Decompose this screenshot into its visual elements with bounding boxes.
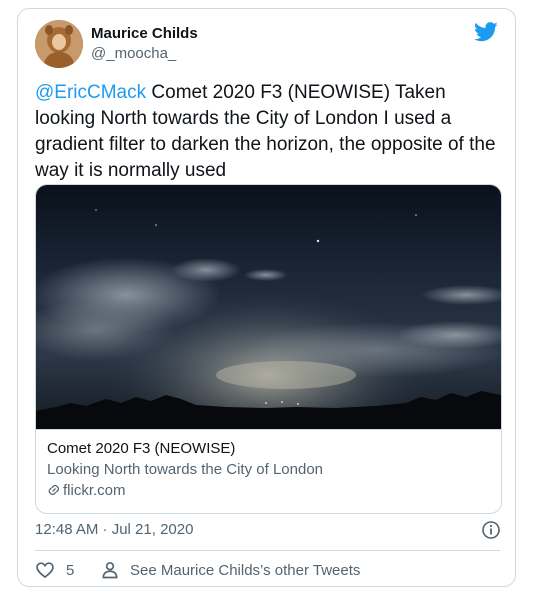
link-card-domain: flickr.com <box>47 482 126 499</box>
twitter-bird-icon[interactable] <box>474 22 498 42</box>
author-handle[interactable]: @_moocha_ <box>91 45 176 62</box>
link-card-title: Comet 2020 F3 (NEOWISE) <box>47 440 236 457</box>
like-count: 5 <box>66 561 75 579</box>
see-other-tweets-label: See Maurice Childs’s other Tweets <box>130 561 361 579</box>
link-card[interactable]: Comet 2020 F3 (NEOWISE) Looking North to… <box>35 184 502 514</box>
tweet-text: @EricCMack Comet 2020 F3 (NEOWISE) Taken… <box>35 80 505 184</box>
link-card-description: Looking North towards the City of London <box>47 461 323 478</box>
info-icon[interactable] <box>481 520 501 540</box>
mention-link[interactable]: @EricCMack <box>35 82 146 103</box>
avatar-image <box>35 20 83 68</box>
divider <box>35 550 500 551</box>
see-other-tweets-link[interactable]: See Maurice Childs’s other Tweets <box>100 559 360 581</box>
link-card-image <box>36 185 501 429</box>
tweet-timestamp[interactable]: 12:48 AM · Jul 21, 2020 <box>35 521 193 538</box>
like-button[interactable]: 5 <box>35 559 74 581</box>
link-card-domain-text: flickr.com <box>63 482 126 499</box>
person-icon <box>102 562 118 579</box>
link-icon <box>48 484 60 496</box>
author-name[interactable]: Maurice Childs <box>91 25 198 42</box>
heart-icon <box>36 562 54 579</box>
avatar[interactable] <box>35 20 83 68</box>
embedded-tweet: Maurice Childs @_moocha_ @EricCMack Come… <box>17 8 516 587</box>
link-card-info: Comet 2020 F3 (NEOWISE) Looking North to… <box>36 429 501 513</box>
